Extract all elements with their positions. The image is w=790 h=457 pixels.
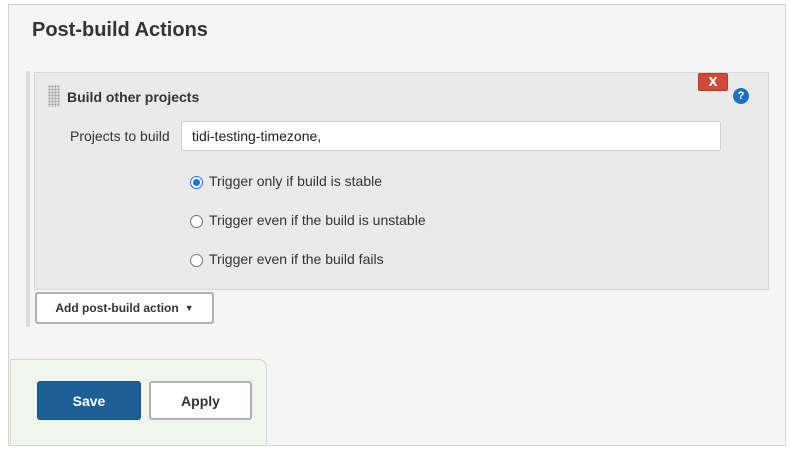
trigger-option-unstable[interactable]: Trigger even if the build is unstable [190,210,426,230]
drag-handle-icon[interactable] [48,85,60,107]
radio-label-fails: Trigger even if the build fails [209,251,384,267]
radio-stable[interactable] [190,176,203,189]
add-post-build-action-button[interactable]: Add post-build action ▼ [35,292,214,324]
save-button[interactable]: Save [37,381,141,420]
caret-down-icon: ▼ [184,303,194,313]
build-other-projects-step: Build other projects X ? Projects to bui… [34,72,769,290]
form-button-bar: Save Apply [10,359,267,446]
radio-fails[interactable] [190,254,203,267]
step-title: Build other projects [67,89,200,105]
delete-step-button[interactable]: X [698,73,728,91]
projects-to-build-input[interactable] [181,121,721,151]
projects-to-build-label: Projects to build [70,128,170,144]
apply-button[interactable]: Apply [149,381,252,420]
help-icon[interactable]: ? [733,88,749,104]
radio-unstable[interactable] [190,215,203,228]
add-post-build-action-label: Add post-build action [55,301,179,315]
section-title: Post-build Actions [32,19,208,41]
radio-label-unstable: Trigger even if the build is unstable [209,212,426,228]
radio-label-stable: Trigger only if build is stable [209,173,383,189]
trigger-option-stable[interactable]: Trigger only if build is stable [190,171,382,191]
trigger-option-fails[interactable]: Trigger even if the build fails [190,249,384,269]
section-rail [26,71,30,327]
